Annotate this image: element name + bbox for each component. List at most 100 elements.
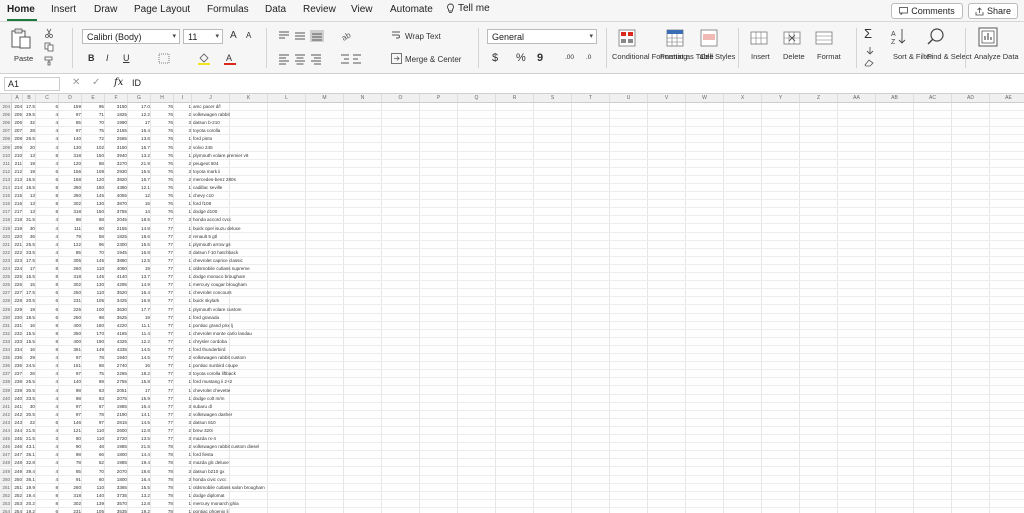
cell-car-name[interactable]: buick skylark [193, 297, 343, 304]
cell-value[interactable]: 26.5 [24, 135, 35, 142]
cell-value[interactable]: 3 [175, 216, 191, 223]
cell-value[interactable]: 4 [37, 411, 58, 418]
cell-car-name[interactable]: honda civic cvcc [193, 476, 343, 483]
cell-value[interactable]: 122 [60, 241, 81, 248]
merge-center-icon[interactable] [391, 53, 402, 64]
cell-value[interactable]: 18.6 [129, 233, 150, 240]
cell-value[interactable]: 77 [152, 241, 173, 248]
cell-car-name[interactable]: volkswagen rabbit [193, 111, 343, 118]
cell-value[interactable]: 244 [13, 427, 22, 434]
column-header[interactable]: N [344, 94, 382, 103]
cell-value[interactable]: 318 [60, 492, 81, 499]
format-as-table-icon[interactable] [666, 29, 688, 49]
cell-value[interactable]: 2190 [106, 411, 127, 418]
cell-value[interactable]: 139 [83, 500, 104, 507]
row-header[interactable]: 232 [0, 329, 12, 338]
cell-car-name[interactable]: datsun b-210 [193, 119, 343, 126]
cell-value[interactable]: 2 [175, 443, 191, 450]
cell-value[interactable]: 4 [37, 216, 58, 223]
column-header[interactable]: AD [952, 94, 990, 103]
column-header[interactable]: D [59, 94, 82, 103]
cell-car-name[interactable]: mercury monarch ghia [193, 500, 343, 507]
row-header[interactable]: 218 [0, 216, 12, 225]
cell-car-name[interactable]: volkswagen rabbit custom diesel [193, 443, 343, 450]
cell-value[interactable]: 78 [152, 459, 173, 466]
cell-value[interactable]: 3735 [106, 492, 127, 499]
cell-value[interactable]: 2930 [106, 168, 127, 175]
cell-value[interactable]: 78 [152, 443, 173, 450]
cell-value[interactable]: 30 [24, 403, 35, 410]
cell-value[interactable]: 3 [175, 468, 191, 475]
cell-value[interactable]: 16.5 [24, 184, 35, 191]
row-header[interactable]: 246 [0, 443, 12, 452]
cell-value[interactable]: 3940 [106, 152, 127, 159]
cell-value[interactable]: 77 [152, 387, 173, 394]
column-header[interactable]: M [306, 94, 344, 103]
cell-value[interactable]: 1 [175, 135, 191, 142]
row-header[interactable]: 254 [0, 508, 12, 513]
orientation-icon[interactable]: ab [340, 29, 358, 41]
cell-car-name[interactable]: volkswagen dasher [193, 411, 343, 418]
comments-button[interactable]: Comments [891, 3, 963, 19]
cell-value[interactable]: 400 [60, 322, 81, 329]
shrink-font-button[interactable]: A [246, 31, 251, 40]
cell-car-name[interactable]: chrysler cordoba [193, 338, 343, 345]
cell-car-name[interactable]: chevrolet monte carlo landau [193, 330, 343, 337]
cell-value[interactable]: 110 [83, 427, 104, 434]
cell-value[interactable]: 4 [37, 362, 58, 369]
cell-value[interactable]: 1 [175, 306, 191, 313]
cell-value[interactable]: 13.6 [129, 135, 150, 142]
cell-value[interactable]: 110 [83, 265, 104, 272]
row-header[interactable]: 206 [0, 119, 12, 128]
cell-value[interactable]: 1 [175, 257, 191, 264]
cell-value[interactable]: 78 [152, 451, 173, 458]
cell-value[interactable]: 2600 [106, 427, 127, 434]
column-header[interactable]: R [496, 94, 534, 103]
cell-value[interactable]: 79 [60, 233, 81, 240]
row-header[interactable]: 216 [0, 200, 12, 209]
cell-value[interactable]: 246 [13, 443, 22, 450]
cell-value[interactable]: 248 [13, 459, 22, 466]
select-all-corner[interactable] [0, 94, 12, 103]
row-header[interactable]: 215 [0, 192, 12, 201]
cell-value[interactable]: 237 [13, 370, 22, 377]
cell-car-name[interactable]: chevrolet chevette [193, 387, 343, 394]
cell-value[interactable]: 6 [37, 168, 58, 175]
cell-value[interactable]: 1 [175, 225, 191, 232]
horizontal-align-icons[interactable] [277, 53, 325, 65]
cell-value[interactable]: 216 [13, 200, 22, 207]
cell-value[interactable]: 3 [175, 249, 191, 256]
font-name-select[interactable]: Calibri (Body) ▾ [82, 29, 180, 44]
cell-value[interactable]: 146 [60, 419, 81, 426]
cell-value[interactable]: 150 [83, 152, 104, 159]
row-header[interactable]: 241 [0, 402, 12, 411]
cell-car-name[interactable]: plymouth volare premier v8 [193, 152, 343, 159]
cell-value[interactable]: 3525 [106, 314, 127, 321]
cell-value[interactable]: 2565 [106, 135, 127, 142]
cell-value[interactable]: 12.8 [129, 500, 150, 507]
cell-value[interactable]: 4 [37, 451, 58, 458]
percent-button[interactable]: % [516, 52, 526, 64]
cell-value[interactable]: 12.8 [129, 427, 150, 434]
cell-value[interactable]: 70 [83, 249, 104, 256]
cell-value[interactable]: 3 [175, 403, 191, 410]
cell-value[interactable]: 100 [83, 306, 104, 313]
cell-value[interactable]: 180 [83, 184, 104, 191]
cell-value[interactable]: 2 [175, 111, 191, 118]
cell-value[interactable]: 25.5 [24, 378, 35, 385]
fill-color-icon[interactable] [197, 52, 211, 65]
cell-car-name[interactable]: chevrolet concours [193, 289, 343, 296]
cell-value[interactable]: 76 [152, 176, 173, 183]
row-header[interactable]: 219 [0, 224, 12, 233]
cell-value[interactable]: 21.9 [129, 160, 150, 167]
cell-value[interactable]: 16 [24, 346, 35, 353]
cell-value[interactable]: 1 [175, 103, 191, 110]
row-header[interactable]: 211 [0, 159, 12, 168]
cell-value[interactable]: 77 [152, 265, 173, 272]
cell-value[interactable]: 1 [175, 200, 191, 207]
cell-value[interactable]: 26 [24, 370, 35, 377]
cell-value[interactable]: 8 [37, 265, 58, 272]
cell-value[interactable]: 70 [83, 119, 104, 126]
cell-value[interactable]: 77 [152, 306, 173, 313]
cell-value[interactable]: 8 [37, 273, 58, 280]
